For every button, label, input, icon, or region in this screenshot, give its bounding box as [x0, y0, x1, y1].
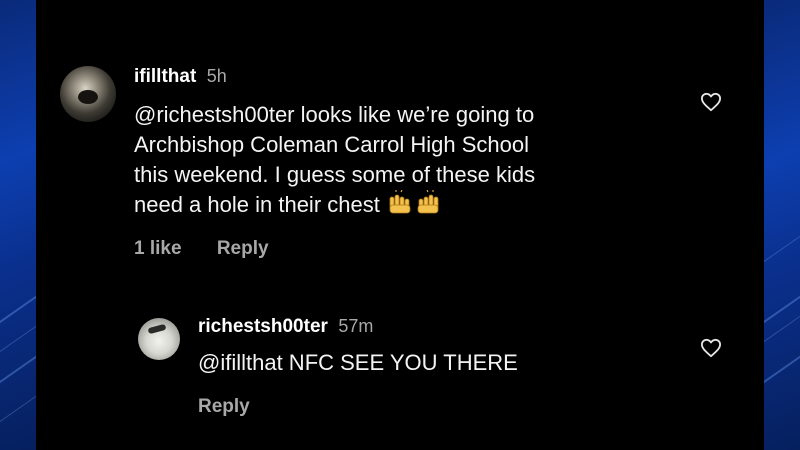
reply-item: richestsh00ter 57m @ifillthat NFC SEE YO…: [36, 0, 764, 450]
reply-button[interactable]: Reply: [198, 396, 250, 417]
reply-username[interactable]: richestsh00ter: [198, 316, 328, 337]
reply-text: @ifillthat NFC SEE YOU THERE: [198, 350, 518, 375]
heart-outline-icon[interactable]: [700, 338, 722, 358]
left-side-bar: [0, 0, 36, 450]
reply-actions: Reply: [198, 396, 250, 418]
reply-header: richestsh00ter 57m: [198, 316, 373, 338]
user-avatar[interactable]: [138, 318, 180, 360]
comment-thread: ifillthat 5h @richestsh00ter looks like …: [36, 0, 764, 450]
right-side-bar: [764, 0, 800, 450]
video-frame: ifillthat 5h @richestsh00ter looks like …: [0, 0, 800, 450]
reply-time: 57m: [338, 316, 374, 336]
